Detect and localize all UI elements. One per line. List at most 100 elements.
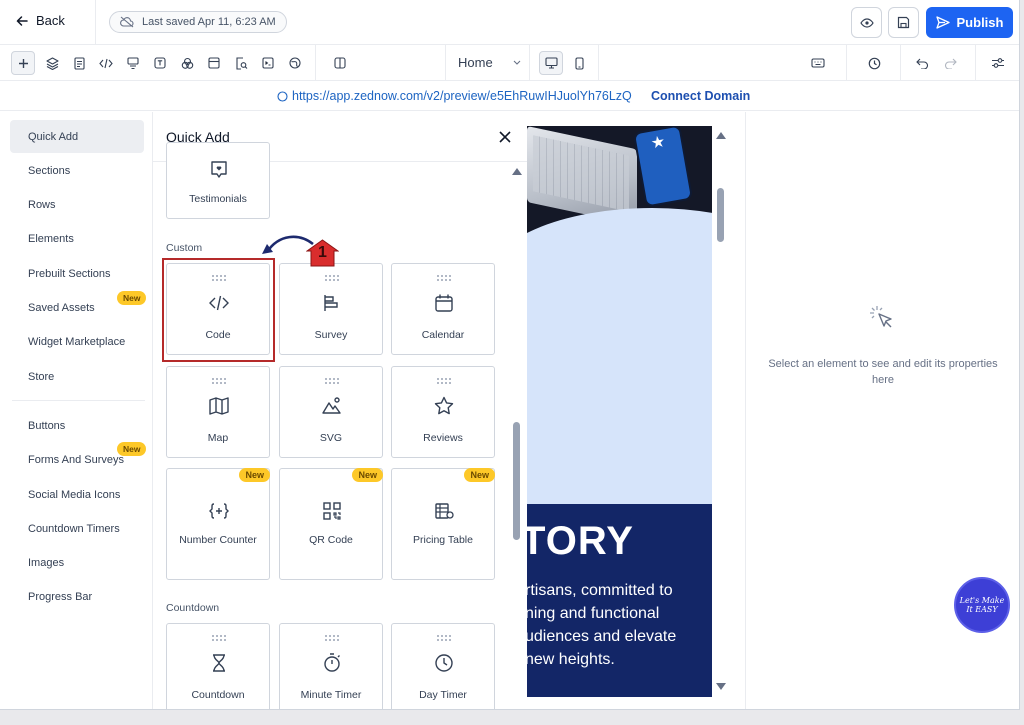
widget-card-calendar[interactable]: Calendar (391, 263, 495, 355)
widget-card-number-counter[interactable]: New Number Counter (166, 468, 270, 580)
scroll-down-arrow-icon[interactable] (716, 683, 726, 690)
number-counter-icon (209, 503, 229, 519)
widget-card-label: QR Code (309, 534, 353, 546)
panel-scrollbar[interactable] (513, 422, 520, 540)
widget-card-map[interactable]: Map (166, 366, 270, 458)
widget-card-label: Map (207, 432, 229, 444)
drag-handle-icon[interactable] (436, 634, 452, 642)
keyboard-icon (811, 58, 825, 68)
seo-button[interactable] (229, 51, 253, 75)
undo-button[interactable] (910, 51, 934, 75)
popup-button[interactable] (121, 51, 145, 75)
page-select[interactable]: Home (458, 55, 521, 70)
editor-window: Back Last saved Apr 11, 6:23 AM Publish (0, 0, 1020, 710)
widget-card-qr-code[interactable]: New QR Code (279, 468, 383, 580)
arrow-left-icon (16, 15, 28, 26)
sidebar-item-widget-marketplace[interactable]: Widget Marketplace (10, 325, 144, 358)
publish-label: Publish (956, 15, 1004, 30)
quick-add-panel: Quick Add Testimonials Custom Code Surve… (152, 112, 527, 709)
drag-handle-icon[interactable] (324, 274, 340, 282)
preview-url-text: https://app.zednow.com/v2/preview/e5EhRu… (292, 89, 632, 103)
sidebar-item-images[interactable]: Images (10, 546, 144, 579)
colors-button[interactable] (175, 51, 199, 75)
sidebar-item-store[interactable]: Store (10, 360, 144, 393)
custom-code-button[interactable] (94, 51, 118, 75)
preview-button[interactable] (851, 7, 882, 38)
drag-handle-icon[interactable] (436, 377, 452, 385)
add-element-button[interactable] (11, 51, 35, 75)
new-badge: New (352, 468, 383, 482)
widget-card-minute-timer[interactable]: Minute Timer (279, 623, 383, 709)
widget-card-label: Testimonials (189, 193, 247, 205)
section-label-countdown: Countdown (166, 602, 220, 614)
widget-card-label: SVG (319, 432, 343, 444)
widget-card-reviews[interactable]: Reviews (391, 366, 495, 458)
preview-url-link[interactable]: https://app.zednow.com/v2/preview/e5EhRu… (277, 89, 632, 103)
scrollbar-thumb[interactable] (717, 188, 724, 242)
divider (12, 400, 145, 401)
settings-button[interactable] (986, 51, 1010, 75)
sidebar-item-elements[interactable]: Elements (10, 222, 144, 255)
sidebar-item-countdown-timers[interactable]: Countdown Timers (10, 512, 144, 545)
step-number: 1 (318, 244, 327, 261)
history-button[interactable] (862, 51, 886, 75)
preview-heading: TORY (527, 519, 634, 563)
layers-button[interactable] (40, 51, 64, 75)
stopwatch-icon (324, 653, 340, 672)
mountain-image-icon (322, 397, 341, 414)
pricing-table-icon (435, 503, 454, 519)
widget-card-testimonials[interactable]: Testimonials (166, 142, 270, 219)
split-view-button[interactable] (328, 51, 352, 75)
widget-card-label: Survey (314, 329, 348, 341)
sidebar-item-progress-bar[interactable]: Progress Bar (10, 580, 144, 613)
cursor-click-icon (870, 306, 892, 328)
keyboard-shortcuts-button[interactable] (806, 51, 830, 75)
widget-card-survey[interactable]: Survey (279, 263, 383, 355)
clock-history-icon (868, 57, 880, 69)
save-button[interactable] (888, 7, 919, 38)
sidebar-item-buttons[interactable]: Buttons (10, 409, 144, 442)
divider (598, 45, 599, 81)
layout-button[interactable] (202, 51, 226, 75)
drag-handle-icon[interactable] (436, 274, 452, 282)
watermark-text: Let's Make It EASY (959, 596, 1005, 614)
integrations-button[interactable] (283, 51, 307, 75)
publish-button[interactable]: Publish (926, 7, 1013, 38)
widget-card-pricing-table[interactable]: New Pricing Table (391, 468, 495, 580)
document-icon (73, 56, 85, 70)
widget-card-svg[interactable]: SVG (279, 366, 383, 458)
save-icon (897, 16, 910, 29)
eye-icon (859, 17, 874, 28)
mobile-view-button[interactable] (567, 51, 591, 75)
divider (315, 45, 316, 81)
drag-handle-icon[interactable] (211, 377, 227, 385)
new-badge: New (464, 468, 495, 482)
scroll-up-arrow-icon[interactable] (512, 168, 522, 175)
tracking-code-button[interactable] (256, 51, 280, 75)
redo-button[interactable] (938, 51, 962, 75)
divider (846, 45, 847, 81)
scroll-up-arrow-icon[interactable] (716, 132, 726, 139)
widget-card-day-timer[interactable]: Day Timer (391, 623, 495, 709)
left-sidebar: Quick Add Sections Rows Elements Prebuil… (0, 112, 152, 709)
editor-toolbar: Home (0, 45, 1019, 81)
drag-handle-icon[interactable] (211, 634, 227, 642)
widget-card-countdown[interactable]: Countdown (166, 623, 270, 709)
preview-scrollbar[interactable] (712, 126, 730, 697)
sidebar-item-quick-add[interactable]: Quick Add (10, 120, 144, 153)
sidebar-item-sections[interactable]: Sections (10, 154, 144, 187)
sidebar-item-social-media-icons[interactable]: Social Media Icons (10, 478, 144, 511)
widget-card-label: Reviews (423, 432, 463, 444)
back-button[interactable]: Back (16, 13, 65, 28)
desktop-view-button[interactable] (539, 51, 563, 75)
widget-card-label: Calendar (421, 329, 465, 341)
sidebar-item-prebuilt-sections[interactable]: Prebuilt Sections (10, 257, 144, 290)
close-panel-button[interactable] (497, 129, 513, 145)
page-preview-canvas[interactable]: ★ TORY rtisans, committed to ning and fu… (527, 126, 712, 697)
sidebar-item-rows[interactable]: Rows (10, 188, 144, 221)
pages-button[interactable] (67, 51, 91, 75)
drag-handle-icon[interactable] (324, 634, 340, 642)
typography-button[interactable] (148, 51, 172, 75)
connect-domain-link[interactable]: Connect Domain (651, 89, 750, 103)
drag-handle-icon[interactable] (324, 377, 340, 385)
